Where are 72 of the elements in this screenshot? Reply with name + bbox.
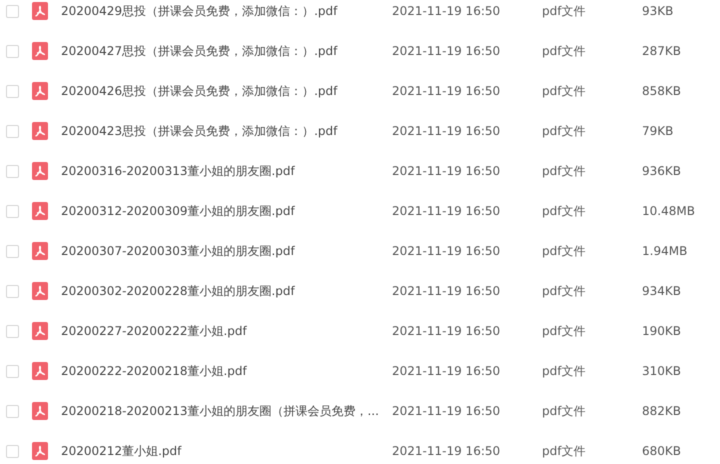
- file-size: 858KB: [642, 84, 682, 98]
- file-type: pdf文件: [542, 42, 586, 60]
- pdf-file-icon: [32, 442, 48, 460]
- file-size: 882KB: [642, 404, 682, 418]
- file-size: 10.48MB: [642, 204, 695, 218]
- file-name[interactable]: 20200212董小姐.pdf: [61, 442, 392, 460]
- checkbox[interactable]: [6, 284, 19, 298]
- file-size: 93KB: [642, 4, 674, 18]
- pdf-file-icon: [32, 362, 48, 380]
- modified-date: 2021-11-19 16:50: [392, 444, 502, 458]
- checkbox[interactable]: [6, 444, 19, 458]
- file-name[interactable]: 20200427思投（拼课会员免费，添加微信：）.pdf: [61, 42, 392, 60]
- pdf-file-icon: [32, 162, 48, 180]
- file-type: pdf文件: [542, 242, 586, 260]
- file-type: pdf文件: [542, 122, 586, 140]
- modified-date: 2021-11-19 16:50: [392, 124, 502, 138]
- pdf-file-icon: [32, 402, 48, 420]
- pdf-file-icon: [32, 322, 48, 340]
- checkbox[interactable]: [6, 84, 19, 98]
- modified-date: 2021-11-19 16:50: [392, 324, 502, 338]
- file-type: pdf文件: [542, 442, 586, 460]
- file-size: 1.94MB: [642, 244, 688, 258]
- file-size: 936KB: [642, 164, 682, 178]
- modified-date: 2021-11-19 16:50: [392, 284, 502, 298]
- file-type: pdf文件: [542, 402, 586, 420]
- file-name[interactable]: 20200426思投（拼课会员免费，添加微信：）.pdf: [61, 82, 392, 100]
- file-name[interactable]: 20200316-20200313董小姐的朋友圈.pdf: [61, 162, 392, 180]
- checkbox[interactable]: [6, 204, 19, 218]
- file-size: 190KB: [642, 324, 682, 338]
- checkbox[interactable]: [6, 44, 19, 58]
- file-type: pdf文件: [542, 162, 586, 180]
- file-type: pdf文件: [542, 282, 586, 300]
- checkbox[interactable]: [6, 164, 19, 178]
- pdf-file-icon: [32, 122, 48, 140]
- modified-date: 2021-11-19 16:50: [392, 244, 502, 258]
- file-type: pdf文件: [542, 2, 586, 20]
- file-size: 287KB: [642, 44, 682, 58]
- checkbox[interactable]: [6, 244, 19, 258]
- file-size: 310KB: [642, 364, 682, 378]
- pdf-file-icon: [32, 42, 48, 60]
- file-name[interactable]: 20200429思投（拼课会员免费，添加微信：）.pdf: [61, 2, 392, 20]
- file-type: pdf文件: [542, 362, 586, 380]
- modified-date: 2021-11-19 16:50: [392, 84, 502, 98]
- modified-date: 2021-11-19 16:50: [392, 364, 502, 378]
- modified-date: 2021-11-19 16:50: [392, 4, 502, 18]
- modified-date: 2021-11-19 16:50: [392, 404, 502, 418]
- checkbox[interactable]: [6, 124, 19, 138]
- file-type: pdf文件: [542, 202, 586, 220]
- pdf-file-icon: [32, 82, 48, 100]
- file-type: pdf文件: [542, 322, 586, 340]
- checkbox[interactable]: [6, 404, 19, 418]
- checkbox[interactable]: [6, 4, 19, 18]
- pdf-file-icon: [32, 242, 48, 260]
- modified-date: 2021-11-19 16:50: [392, 164, 502, 178]
- file-name[interactable]: 20200222-20200218董小姐.pdf: [61, 362, 392, 380]
- pdf-file-icon: [32, 202, 48, 220]
- checkbox[interactable]: [6, 364, 19, 378]
- file-size: 680KB: [642, 444, 682, 458]
- pdf-file-icon: [32, 2, 48, 20]
- file-size: 79KB: [642, 124, 674, 138]
- file-name[interactable]: 20200218-20200213董小姐的朋友圈（拼课会员免费，...: [61, 402, 392, 420]
- file-name[interactable]: 20200307-20200303董小姐的朋友圈.pdf: [61, 242, 392, 260]
- file-name[interactable]: 20200312-20200309董小姐的朋友圈.pdf: [61, 202, 392, 220]
- pdf-file-icon: [32, 282, 48, 300]
- modified-date: 2021-11-19 16:50: [392, 44, 502, 58]
- file-size: 934KB: [642, 284, 682, 298]
- file-name[interactable]: 20200302-20200228董小姐的朋友圈.pdf: [61, 282, 392, 300]
- file-type: pdf文件: [542, 82, 586, 100]
- file-name[interactable]: 20200227-20200222董小姐.pdf: [61, 322, 392, 340]
- file-name[interactable]: 20200423思投（拼课会员免费，添加微信：）.pdf: [61, 122, 392, 140]
- checkbox[interactable]: [6, 324, 19, 338]
- modified-date: 2021-11-19 16:50: [392, 204, 502, 218]
